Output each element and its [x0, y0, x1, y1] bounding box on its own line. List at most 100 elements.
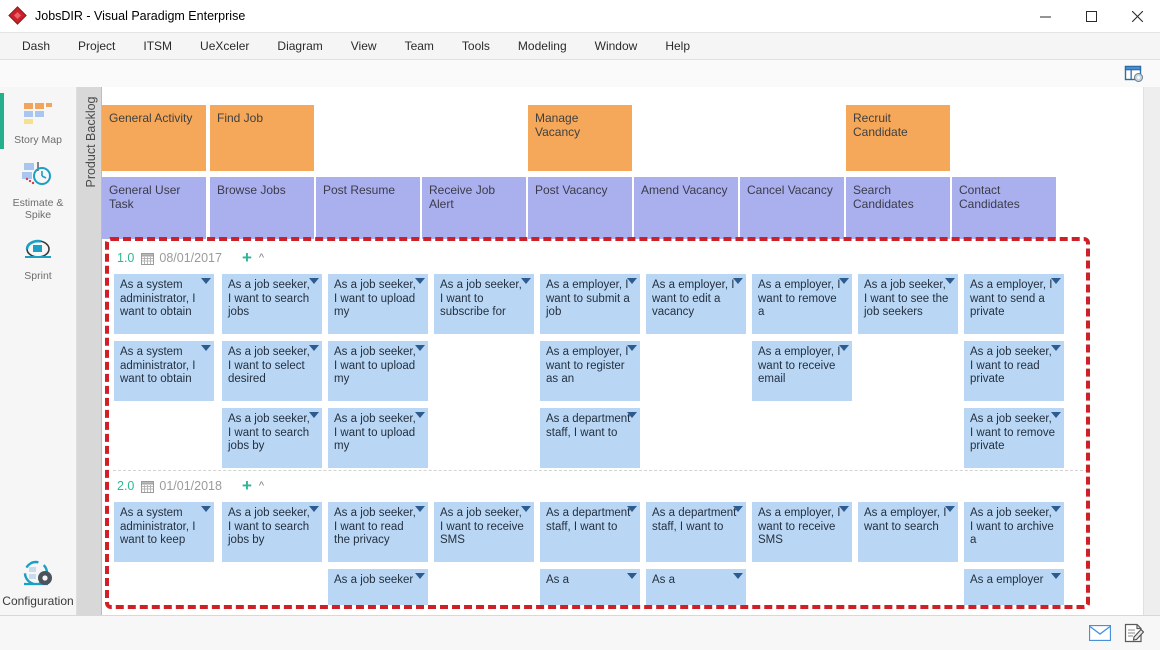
activity-card[interactable]: Manage Vacancy — [528, 105, 632, 171]
chevron-down-icon[interactable] — [1051, 506, 1061, 512]
story-card[interactable]: As a job seeker, I want to search jobs — [222, 274, 322, 334]
chevron-down-icon[interactable] — [627, 412, 637, 418]
chevron-down-icon[interactable] — [839, 506, 849, 512]
story-card[interactable]: As a job seeker — [328, 569, 428, 609]
menu-item-team[interactable]: Team — [391, 35, 448, 57]
story-card[interactable]: As a job seeker, I want to search jobs b… — [222, 502, 322, 562]
close-button[interactable] — [1114, 0, 1160, 32]
story-card[interactable]: As a job seeker, I want to upload my — [328, 341, 428, 401]
chevron-down-icon[interactable] — [627, 278, 637, 284]
chevron-down-icon[interactable] — [521, 506, 531, 512]
story-card[interactable]: As a department staff, I want to — [646, 502, 746, 562]
task-card[interactable]: Post Resume — [316, 177, 420, 239]
story-card[interactable]: As a employer, I want to send a private — [964, 274, 1064, 334]
chevron-down-icon[interactable] — [201, 345, 211, 351]
minimize-button[interactable] — [1022, 0, 1068, 32]
chevron-down-icon[interactable] — [1051, 278, 1061, 284]
story-card[interactable]: As a employer, I want to search — [858, 502, 958, 562]
mail-icon[interactable] — [1088, 622, 1112, 644]
task-card[interactable]: Search Candidates — [846, 177, 950, 239]
story-card[interactable]: As a employer — [964, 569, 1064, 609]
menu-item-window[interactable]: Window — [581, 35, 652, 57]
chevron-down-icon[interactable] — [945, 506, 955, 512]
menu-item-tools[interactable]: Tools — [448, 35, 504, 57]
story-card[interactable]: As a job seeker, I want to read private — [964, 341, 1064, 401]
menu-item-help[interactable]: Help — [651, 35, 704, 57]
story-card[interactable]: As a job seeker, I want to see the job s… — [858, 274, 958, 334]
activity-card[interactable]: Recruit Candidate — [846, 105, 950, 171]
story-card[interactable]: As a job seeker, I want to receive SMS — [434, 502, 534, 562]
menu-item-modeling[interactable]: Modeling — [504, 35, 581, 57]
add-sprint-story-button[interactable]: + — [242, 252, 252, 264]
chevron-down-icon[interactable] — [415, 573, 425, 579]
task-card[interactable]: Browse Jobs — [210, 177, 314, 239]
task-card[interactable]: Contact Candidates — [952, 177, 1056, 239]
story-card[interactable]: As a system administrator, I want to kee… — [114, 502, 214, 562]
story-card[interactable]: As a job seeker, I want to search jobs b… — [222, 408, 322, 468]
chevron-down-icon[interactable] — [733, 278, 743, 284]
story-card[interactable]: As a job seeker, I want to read the priv… — [328, 502, 428, 562]
chevron-down-icon[interactable] — [309, 345, 319, 351]
story-card[interactable]: As a employer, I want to receive email — [752, 341, 852, 401]
rail-item-estimate-spike[interactable]: Estimate & Spike — [0, 146, 76, 221]
chevron-down-icon[interactable] — [201, 506, 211, 512]
chevron-down-icon[interactable] — [627, 345, 637, 351]
story-card[interactable]: As a — [646, 569, 746, 609]
menu-item-dash[interactable]: Dash — [8, 35, 64, 57]
story-card[interactable]: As a system administrator, I want to obt… — [114, 341, 214, 401]
add-sprint-story-button[interactable]: + — [242, 480, 252, 492]
chevron-down-icon[interactable] — [521, 278, 531, 284]
note-edit-icon[interactable] — [1122, 622, 1146, 644]
story-card[interactable]: As a system administrator, I want to obt… — [114, 274, 214, 334]
chevron-down-icon[interactable] — [1051, 412, 1061, 418]
rail-item-story-map[interactable]: Story Map — [0, 87, 76, 146]
rail-item-sprint[interactable]: Sprint — [0, 221, 76, 282]
story-card[interactable]: As a job seeker, I want to select desire… — [222, 341, 322, 401]
chevron-down-icon[interactable] — [1051, 573, 1061, 579]
show-panel-icon[interactable] — [1122, 63, 1146, 85]
rail-item-configuration[interactable]: Configuration — [0, 557, 76, 608]
collapse-sprint-button[interactable]: ^ — [259, 480, 264, 492]
story-card[interactable]: As a — [540, 569, 640, 609]
task-card[interactable]: General User Task — [102, 177, 206, 239]
chevron-down-icon[interactable] — [627, 573, 637, 579]
activity-card[interactable]: Find Job — [210, 105, 314, 171]
menu-item-diagram[interactable]: Diagram — [263, 35, 336, 57]
story-card[interactable]: As a job seeker, I want to subscribe for — [434, 274, 534, 334]
chevron-down-icon[interactable] — [309, 412, 319, 418]
chevron-down-icon[interactable] — [415, 506, 425, 512]
story-card[interactable]: As a job seeker, I want to remove privat… — [964, 408, 1064, 468]
story-card[interactable]: As a job seeker, I want to upload my — [328, 274, 428, 334]
chevron-down-icon[interactable] — [309, 506, 319, 512]
chevron-down-icon[interactable] — [309, 278, 319, 284]
story-card[interactable]: As a employer, I want to remove a — [752, 274, 852, 334]
chevron-down-icon[interactable] — [733, 573, 743, 579]
chevron-down-icon[interactable] — [733, 506, 743, 512]
menu-item-view[interactable]: View — [337, 35, 391, 57]
product-backlog-tab[interactable]: Product Backlog — [77, 87, 102, 616]
menu-item-itsm[interactable]: ITSM — [129, 35, 186, 57]
chevron-down-icon[interactable] — [839, 278, 849, 284]
chevron-down-icon[interactable] — [945, 278, 955, 284]
chevron-down-icon[interactable] — [415, 412, 425, 418]
story-card[interactable]: As a department staff, I want to — [540, 502, 640, 562]
activity-card[interactable]: General Activity — [102, 105, 206, 171]
chevron-down-icon[interactable] — [415, 345, 425, 351]
chevron-down-icon[interactable] — [201, 278, 211, 284]
task-card[interactable]: Amend Vacancy — [634, 177, 738, 239]
story-card[interactable]: As a employer, I want to submit a job — [540, 274, 640, 334]
story-card[interactable]: As a employer, I want to receive SMS — [752, 502, 852, 562]
chevron-down-icon[interactable] — [1051, 345, 1061, 351]
maximize-button[interactable] — [1068, 0, 1114, 32]
task-card[interactable]: Receive Job Alert — [422, 177, 526, 239]
chevron-down-icon[interactable] — [839, 345, 849, 351]
collapse-sprint-button[interactable]: ^ — [259, 252, 264, 264]
story-card[interactable]: As a job seeker, I want to archive a — [964, 502, 1064, 562]
task-card[interactable]: Cancel Vacancy — [740, 177, 844, 239]
chevron-down-icon[interactable] — [415, 278, 425, 284]
story-card[interactable]: As a department staff, I want to — [540, 408, 640, 468]
task-card[interactable]: Post Vacancy — [528, 177, 632, 239]
menu-item-project[interactable]: Project — [64, 35, 129, 57]
chevron-down-icon[interactable] — [627, 506, 637, 512]
story-card[interactable]: As a job seeker, I want to upload my — [328, 408, 428, 468]
